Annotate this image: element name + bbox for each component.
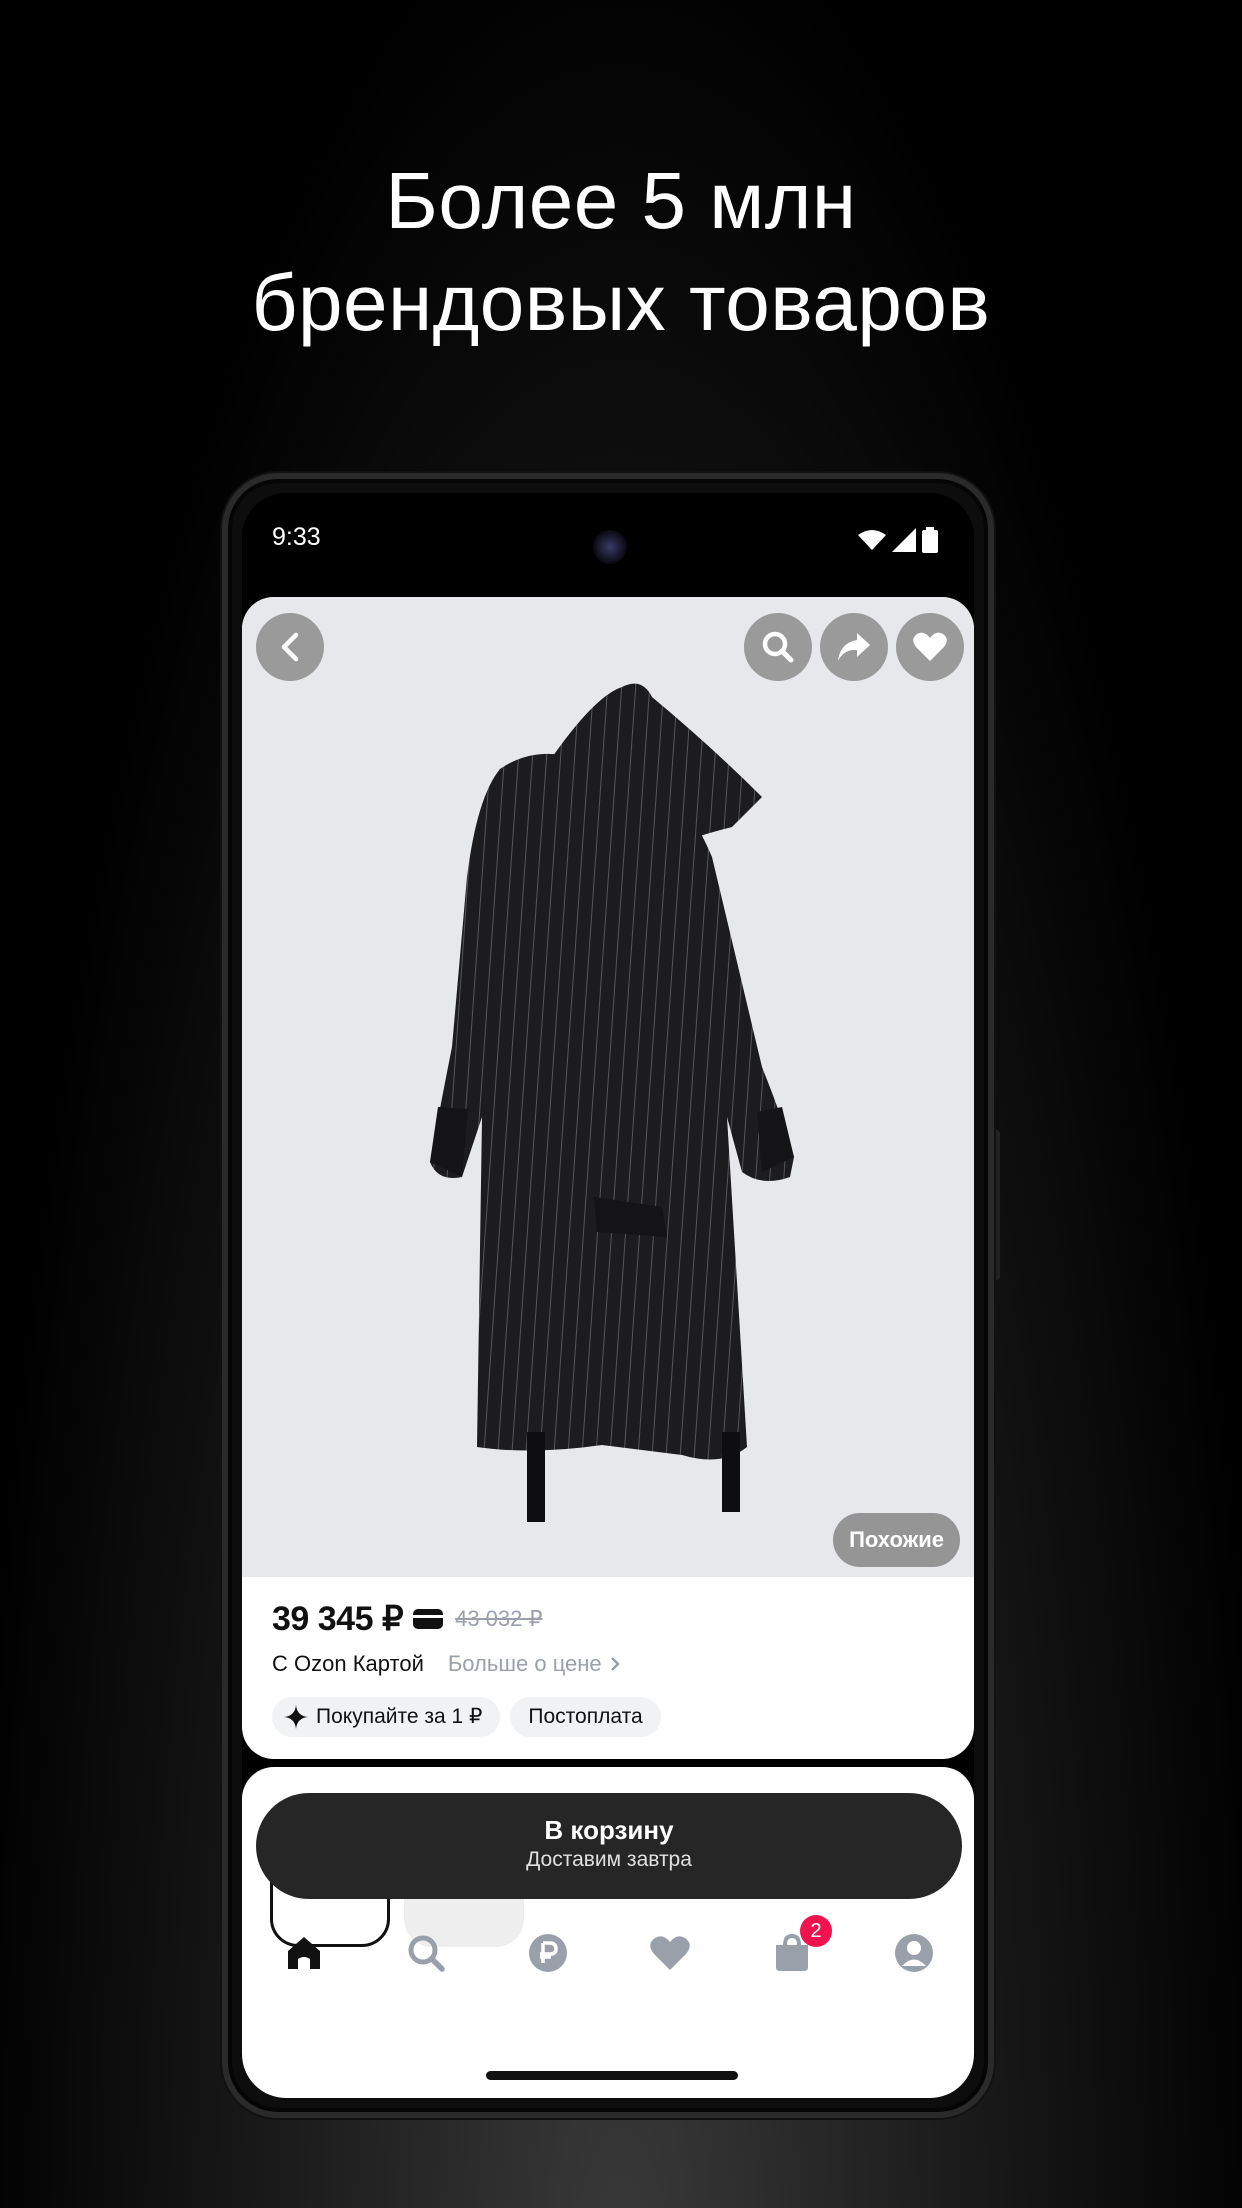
promo-headline: Более 5 млн брендовых товаров bbox=[0, 150, 1242, 354]
chevron-right-icon bbox=[610, 1657, 620, 1671]
headline-line-1: Более 5 млн bbox=[385, 156, 857, 245]
chevron-left-icon bbox=[281, 632, 299, 662]
profile-icon bbox=[895, 1934, 933, 1972]
nav-search[interactable] bbox=[402, 1929, 450, 1977]
price-block: 39 345 ₽ 43 032 ₽ С Ozon Картой Больше о… bbox=[272, 1597, 952, 1737]
chip-label: Покупайте за 1 ₽ bbox=[316, 1705, 483, 1728]
back-button[interactable] bbox=[256, 613, 324, 681]
card-price-row: С Ozon Картой Больше о цене bbox=[272, 1651, 952, 1677]
feature-chips: Покупайте за 1 ₽ Постоплата bbox=[272, 1697, 952, 1737]
old-price: 43 032 ₽ bbox=[455, 1606, 543, 1631]
cart-count-badge: 2 bbox=[800, 1915, 832, 1947]
ozon-card-label: С Ozon Картой bbox=[272, 1651, 424, 1676]
camera-icon bbox=[593, 530, 627, 564]
add-to-cart-button[interactable]: В корзину Доставим завтра bbox=[256, 1793, 962, 1899]
product-image[interactable]: Похожие bbox=[242, 597, 974, 1577]
share-icon bbox=[838, 633, 870, 661]
coat-image bbox=[430, 683, 794, 1522]
price-row: 39 345 ₽ 43 032 ₽ bbox=[272, 1597, 952, 1641]
status-icons bbox=[858, 527, 938, 553]
price: 39 345 ₽ bbox=[272, 1600, 404, 1638]
chip-buy-for-1-ruble[interactable]: Покупайте за 1 ₽ bbox=[272, 1697, 501, 1737]
nav-cart[interactable]: 2 bbox=[768, 1915, 832, 1977]
similar-button[interactable]: Похожие bbox=[833, 1513, 960, 1567]
home-icon bbox=[288, 1937, 320, 1969]
sparkle-icon bbox=[284, 1705, 308, 1729]
battery-icon bbox=[922, 527, 938, 553]
home-indicator[interactable] bbox=[486, 2071, 738, 2080]
more-about-price-label: Больше о цене bbox=[447, 1651, 602, 1676]
ruble-icon bbox=[529, 1934, 567, 1972]
product-card: Похожие 39 345 ₽ 43 032 ₽ С Ozon Картой … bbox=[242, 597, 974, 1759]
heart-icon bbox=[650, 1936, 690, 1970]
search-button[interactable] bbox=[744, 613, 812, 681]
phone-screen: 9:33 Похожие 39 345 ₽ 43 032 ₽ С Ozon Ка… bbox=[242, 493, 974, 2098]
card-icon bbox=[413, 1609, 444, 1629]
headline-line-2: брендовых товаров bbox=[251, 258, 991, 347]
phone-side-button bbox=[994, 1130, 1000, 1280]
chip-postpay[interactable]: Постоплата bbox=[510, 1697, 661, 1737]
nav-home[interactable] bbox=[280, 1929, 328, 1977]
chip-label: Постоплата bbox=[528, 1705, 643, 1728]
search-icon bbox=[408, 1935, 445, 1972]
nav-finance[interactable] bbox=[524, 1929, 572, 1977]
delivery-subtitle: Доставим завтра bbox=[526, 1848, 692, 1871]
phone-frame: 9:33 Похожие 39 345 ₽ 43 032 ₽ С Ozon Ка… bbox=[222, 473, 994, 2118]
share-button[interactable] bbox=[820, 613, 888, 681]
status-bar: 9:33 bbox=[242, 493, 974, 583]
search-icon bbox=[762, 631, 794, 663]
more-about-price-link[interactable]: Больше о цене bbox=[448, 1651, 620, 1677]
nav-profile[interactable] bbox=[890, 1929, 938, 1977]
favorite-button[interactable] bbox=[896, 613, 964, 681]
signal-icon bbox=[892, 528, 916, 552]
status-time: 9:33 bbox=[272, 523, 321, 551]
wifi-icon bbox=[858, 530, 886, 550]
heart-icon bbox=[913, 632, 947, 661]
nav-favorites[interactable] bbox=[646, 1929, 694, 1977]
bottom-navigation: 2 bbox=[242, 1915, 974, 1989]
add-to-cart-label: В корзину bbox=[544, 1815, 674, 1845]
